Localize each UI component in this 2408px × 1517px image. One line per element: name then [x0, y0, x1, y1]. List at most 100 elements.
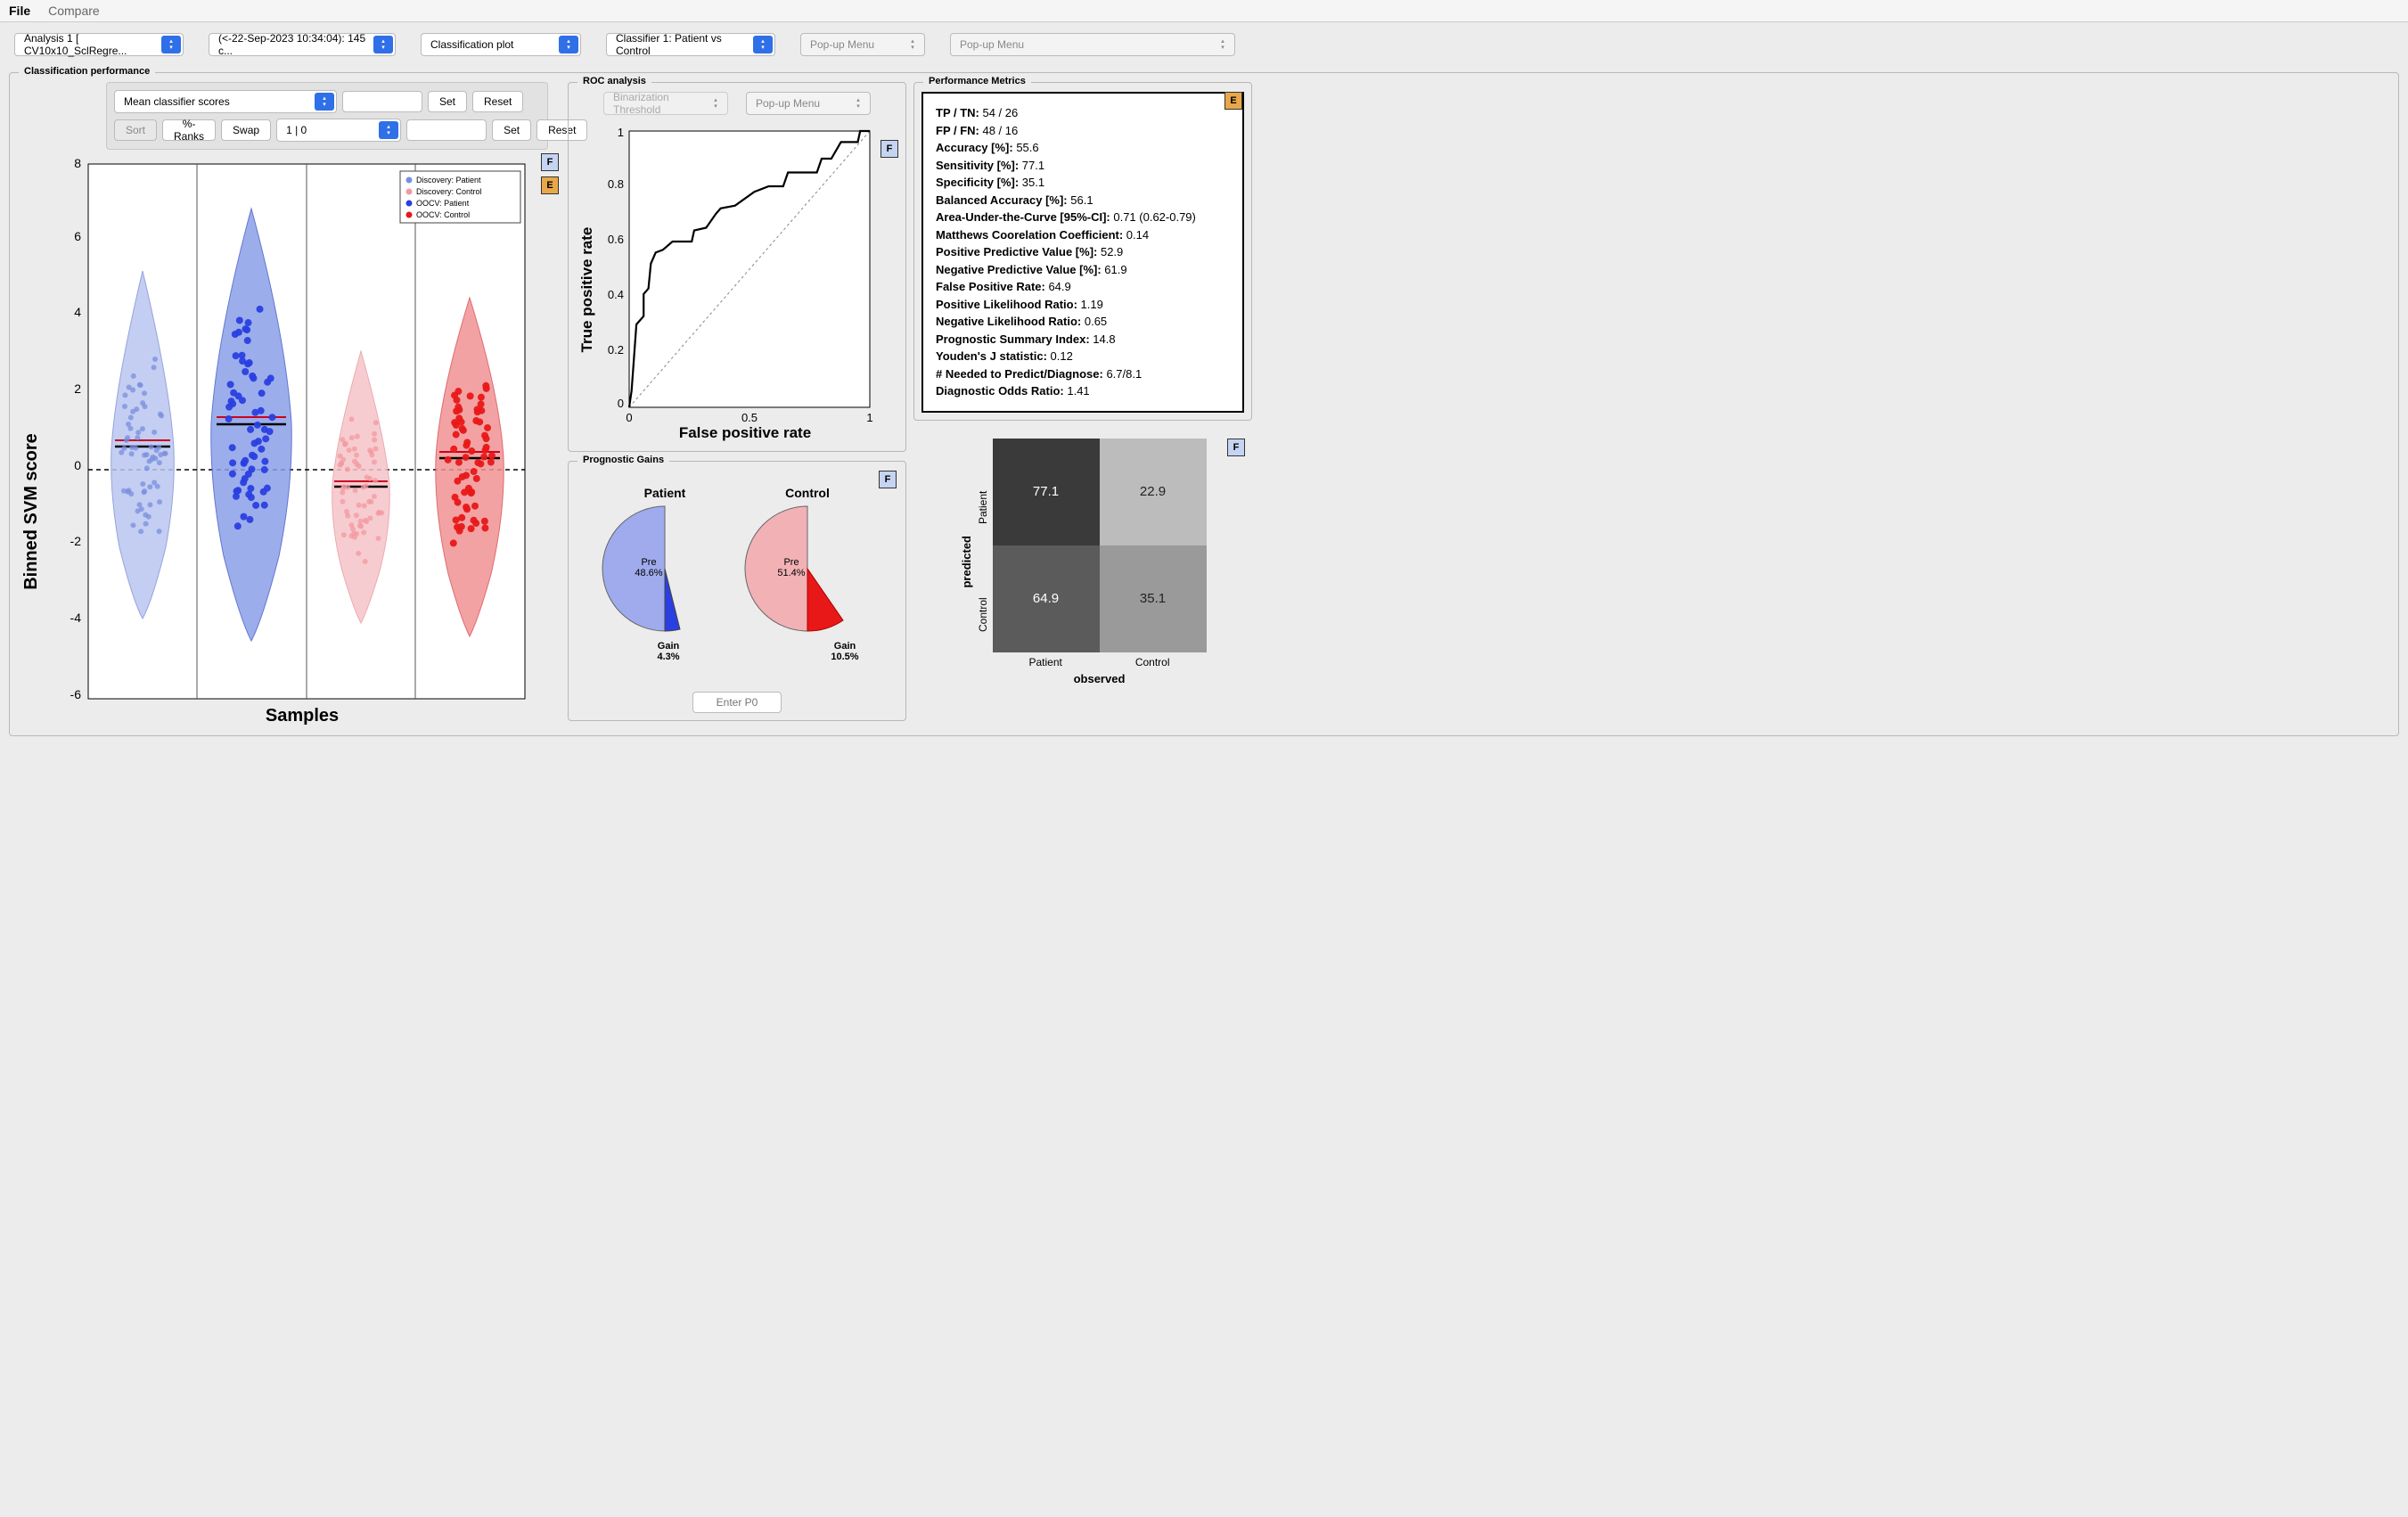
conf-cell-1-0: 64.9: [993, 545, 1100, 652]
conf-xlabel: observed: [993, 672, 1207, 685]
score-select[interactable]: Mean classifier scores: [114, 90, 337, 113]
badge-e-metrics[interactable]: E: [1224, 92, 1242, 110]
svg-text:10.5%: 10.5%: [831, 652, 858, 662]
svg-text:0.8: 0.8: [608, 177, 624, 191]
menubar: File Compare: [0, 0, 2408, 22]
roc-popup-select[interactable]: Pop-up Menu: [746, 92, 871, 115]
plottype-select[interactable]: Classification plot: [421, 33, 581, 56]
badge-e-violin[interactable]: E: [541, 176, 559, 194]
svg-text:-4: -4: [70, 611, 82, 625]
badge-f-gains[interactable]: F: [879, 471, 897, 488]
badge-f-conf[interactable]: F: [1227, 439, 1245, 456]
gains-title: Prognostic Gains: [577, 455, 669, 465]
svg-text:0: 0: [626, 411, 632, 424]
panel-title: Classification performance: [19, 66, 155, 77]
svg-text:Discovery: Patient: Discovery: Patient: [416, 176, 481, 184]
svg-text:Patient: Patient: [644, 486, 686, 500]
svg-text:Gain: Gain: [834, 641, 856, 652]
set-button-2[interactable]: Set: [492, 119, 531, 141]
roc-title: ROC analysis: [577, 76, 651, 86]
popup2-select[interactable]: Pop-up Menu: [950, 33, 1235, 56]
svg-text:0.2: 0.2: [608, 343, 624, 357]
svg-text:4.3%: 4.3%: [657, 652, 679, 662]
ranks-button[interactable]: %-Ranks: [162, 119, 216, 141]
gains-plot: Patient Control Pre 48.6% Gain 4.3% Pre …: [576, 471, 897, 698]
conf-cell-0-1: 22.9: [1100, 439, 1207, 545]
metric-row: Area-Under-the-Curve [95%-CI]: 0.71 (0.6…: [936, 209, 1230, 226]
metrics-title: Performance Metrics: [923, 76, 1031, 86]
reset-button-1[interactable]: Reset: [472, 91, 523, 112]
svg-text:1: 1: [866, 411, 872, 424]
swap-button[interactable]: Swap: [221, 119, 271, 141]
order-select[interactable]: 1 | 0: [276, 119, 401, 142]
metric-row: FP / FN: 48 / 16: [936, 122, 1230, 140]
svg-text:8: 8: [74, 156, 81, 170]
svg-text:Pre: Pre: [783, 557, 799, 568]
sort-button[interactable]: Sort: [114, 119, 157, 141]
badge-f-roc[interactable]: F: [880, 140, 898, 158]
conf-cell-1-1: 35.1: [1100, 545, 1207, 652]
svg-text:False positive rate: False positive rate: [679, 424, 811, 441]
classification-performance-panel: Classification performance Mean classifi…: [9, 72, 2399, 736]
svg-text:4: 4: [74, 305, 81, 319]
metric-row: Negative Likelihood Ratio: 0.65: [936, 313, 1230, 331]
metric-row: Sensitivity [%]: 77.1: [936, 157, 1230, 175]
metric-row: Positive Predictive Value [%]: 52.9: [936, 243, 1230, 261]
right-column: Performance Metrics E TP / TN: 54 / 26FP…: [913, 82, 1252, 728]
metric-row: Prognostic Summary Index: 14.8: [936, 331, 1230, 348]
svg-text:0: 0: [74, 458, 81, 472]
svg-text:-2: -2: [70, 534, 82, 548]
svg-text:51.4%: 51.4%: [777, 568, 805, 578]
timestamp-select[interactable]: (<-22-Sep-2023 10:34:04): 145 c...: [209, 33, 396, 56]
metrics-panel: Performance Metrics E TP / TN: 54 / 26FP…: [913, 82, 1252, 421]
middle-column: ROC analysis Binarization Threshold Pop-…: [568, 82, 906, 728]
confusion-panel: F predicted Control Patient 77.1 22.9 64…: [913, 439, 1252, 685]
toolbar: Analysis 1 [ CV10x10_SclRegre... (<-22-S…: [0, 22, 2408, 67]
svg-text:True positive rate: True positive rate: [578, 227, 595, 353]
metric-row: # Needed to Predict/Diagnose: 6.7/8.1: [936, 365, 1230, 383]
metric-row: TP / TN: 54 / 26: [936, 104, 1230, 122]
violin-ylabel: Binned SVM score: [21, 433, 41, 590]
svg-text:6: 6: [74, 229, 81, 243]
violin-panel: Mean classifier scores Set Reset Sort %-…: [17, 82, 561, 728]
violin-plot: Binned SVM score Samples -6 -4 -2 0 2 4 …: [17, 155, 543, 726]
svg-text:2: 2: [74, 381, 81, 396]
svg-text:OOCV: Patient: OOCV: Patient: [416, 199, 470, 208]
gains-panel: Prognostic Gains F Patient Control Pre 4…: [568, 461, 906, 721]
menu-file[interactable]: File: [9, 4, 30, 18]
metric-row: Accuracy [%]: 55.6: [936, 139, 1230, 157]
svg-text:Gain: Gain: [658, 641, 680, 652]
classifier-select[interactable]: Classifier 1: Patient vs Control: [606, 33, 775, 56]
svg-text:0.4: 0.4: [608, 288, 624, 301]
popup1-select[interactable]: Pop-up Menu: [800, 33, 925, 56]
input2[interactable]: [406, 119, 487, 141]
violin-xlabel: Samples: [266, 706, 339, 726]
svg-text:OOCV: Control: OOCV: Control: [416, 210, 470, 219]
metric-row: Diagnostic Odds Ratio: 1.41: [936, 382, 1230, 400]
metric-row: False Positive Rate: 64.9: [936, 278, 1230, 296]
confusion-matrix: 77.1 22.9 64.9 35.1: [993, 439, 1207, 652]
menu-compare[interactable]: Compare: [48, 4, 100, 18]
analysis-select[interactable]: Analysis 1 [ CV10x10_SclRegre...: [14, 33, 184, 56]
metric-row: Matthews Coorelation Coefficient: 0.14: [936, 226, 1230, 244]
input1[interactable]: [342, 91, 422, 112]
svg-text:-6: -6: [70, 687, 82, 701]
set-button-1[interactable]: Set: [428, 91, 467, 112]
metric-row: Specificity [%]: 35.1: [936, 174, 1230, 192]
svg-text:0.5: 0.5: [741, 411, 758, 424]
svg-text:Pre: Pre: [641, 557, 656, 568]
violin-legend: Discovery: Patient Discovery: Control OO…: [400, 171, 520, 223]
conf-ylabel: predicted: [960, 536, 973, 588]
conf-cell-0-0: 77.1: [993, 439, 1100, 545]
controls-panel: Mean classifier scores Set Reset Sort %-…: [106, 82, 548, 150]
svg-text:0: 0: [618, 397, 624, 410]
metric-row: Youden's J statistic: 0.12: [936, 348, 1230, 365]
badge-f-violin[interactable]: F: [541, 153, 559, 171]
svg-text:Control: Control: [785, 486, 830, 500]
enter-p0-input[interactable]: [692, 692, 782, 713]
bin-thresh-select: Binarization Threshold: [603, 92, 728, 115]
svg-text:48.6%: 48.6%: [635, 568, 662, 578]
svg-text:1: 1: [618, 126, 624, 139]
svg-text:Discovery: Control: Discovery: Control: [416, 187, 482, 196]
roc-plot: True positive rate False positive rate 0…: [576, 120, 888, 441]
